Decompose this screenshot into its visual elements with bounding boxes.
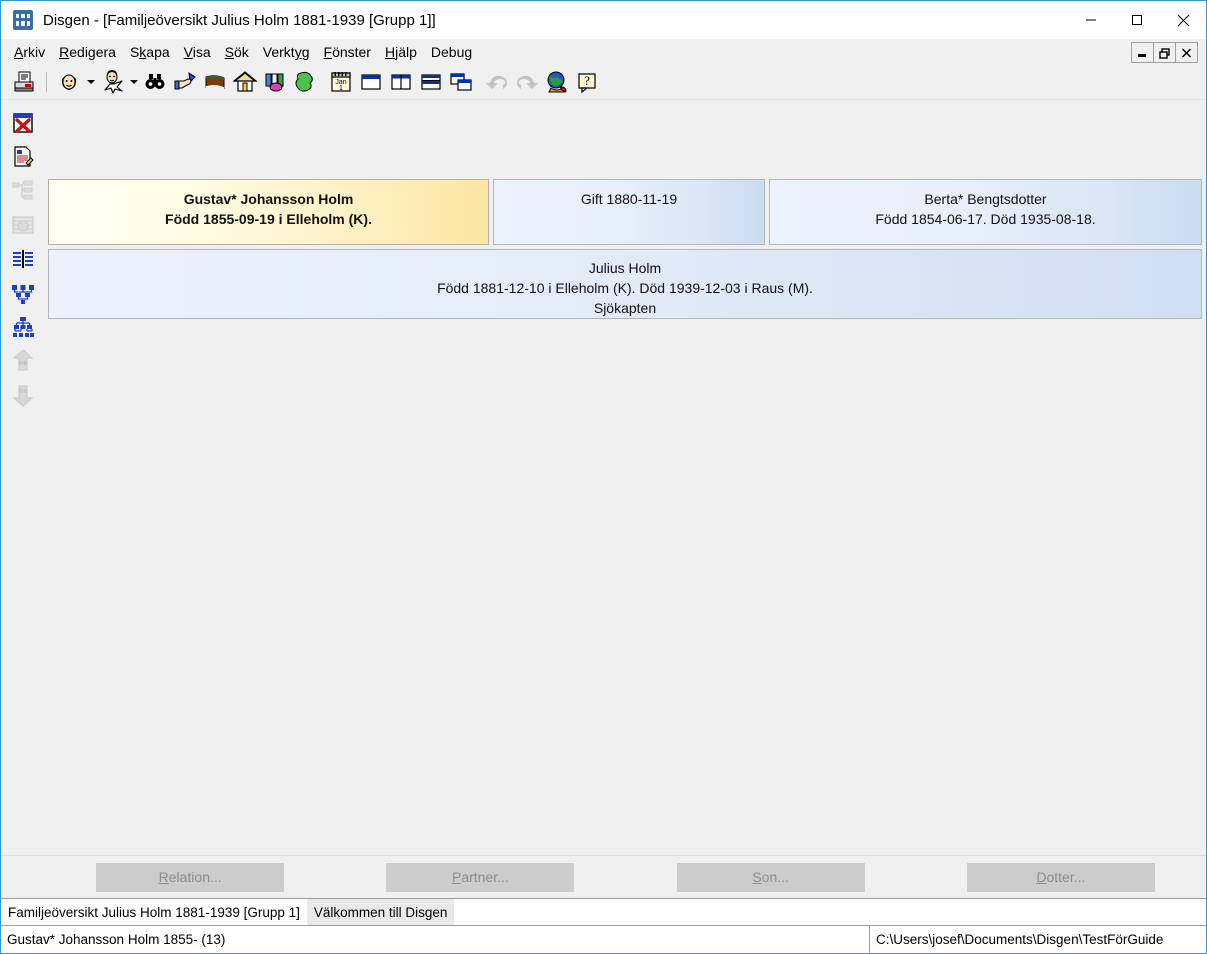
family-chart: Gustav* Johansson Holm Född 1855-09-19 i… xyxy=(48,179,1202,319)
father-details: Född 1855-09-19 i Elleholm (K). xyxy=(165,211,372,227)
descendants-down-icon xyxy=(8,378,38,412)
binoculars-icon[interactable] xyxy=(140,67,170,97)
card-father[interactable]: Gustav* Johansson Holm Född 1855-09-19 i… xyxy=(48,179,489,245)
card-marriage[interactable]: Gift 1880-11-19 xyxy=(493,179,765,245)
son-button[interactable]: Son... xyxy=(676,862,865,892)
edit-document-icon[interactable] xyxy=(8,140,38,174)
partner-button[interactable]: Partner... xyxy=(386,862,575,892)
person-icon[interactable] xyxy=(54,67,84,97)
pointing-hand-icon[interactable] xyxy=(170,67,200,97)
action-button-bar: Relation... Partner... Son... Dotter... xyxy=(1,855,1206,898)
svg-text:1: 1 xyxy=(339,85,343,92)
mdi-restore-icon[interactable] xyxy=(1153,42,1176,63)
parents-row: Gustav* Johansson Holm Född 1855-09-19 i… xyxy=(48,179,1202,245)
workspace-row: Gustav* Johansson Holm Född 1855-09-19 i… xyxy=(1,100,1206,855)
menu-item-visa[interactable]: Visa xyxy=(177,42,218,62)
application-window: Disgen - [Familjeöversikt Julius Holm 18… xyxy=(0,0,1207,954)
mother-details: Född 1854-06-17. Död 1935-08-18. xyxy=(875,211,1096,227)
menu-item-arkiv[interactable]: Arkiv xyxy=(7,42,52,62)
house-icon[interactable] xyxy=(230,67,260,97)
tab-valkommen[interactable]: Välkommen till Disgen xyxy=(306,899,455,925)
maximize-icon[interactable] xyxy=(1114,1,1160,39)
tree-outline-icon xyxy=(8,174,38,208)
books-shelf-icon[interactable] xyxy=(260,67,290,97)
menu-item-fonster[interactable]: Fönster xyxy=(317,42,378,62)
person-search-icon[interactable] xyxy=(97,67,127,97)
mdi-child-controls xyxy=(1131,42,1198,63)
mdi-close-icon[interactable] xyxy=(1175,42,1198,63)
window-cascade-icon[interactable] xyxy=(446,67,476,97)
dotter-button[interactable]: Dotter... xyxy=(966,862,1155,892)
main-toolbar: Jan 1 ? xyxy=(1,65,1206,100)
undo-icon xyxy=(482,67,512,97)
help-icon[interactable]: ? xyxy=(572,67,602,97)
child-occupation: Sjökapten xyxy=(593,300,657,316)
family-overview-icon[interactable] xyxy=(8,242,38,276)
menu-item-debug[interactable]: Debug xyxy=(424,42,479,62)
toolbar-separator xyxy=(46,72,47,92)
menu-item-verktyg[interactable]: Verktyg xyxy=(256,42,317,62)
status-selected-person: Gustav* Johansson Holm 1855- (13) xyxy=(1,926,870,953)
map-region-icon[interactable] xyxy=(290,67,320,97)
mother-name: Berta* Bengtsdotter xyxy=(924,191,1047,207)
view-sidebar xyxy=(1,100,45,855)
menu-item-sok[interactable]: Sök xyxy=(218,42,256,62)
ancestor-chart-icon[interactable] xyxy=(8,276,38,310)
mdi-tab-strip: Familjeöversikt Julius Holm 1881-1939 [G… xyxy=(1,898,1206,925)
close-icon[interactable] xyxy=(1160,1,1206,39)
card-mother[interactable]: Berta* Bengtsdotter Född 1854-06-17. Död… xyxy=(769,179,1202,245)
marriage-text: Gift 1880-11-19 xyxy=(580,191,678,207)
calendar-icon[interactable]: Jan 1 xyxy=(326,67,356,97)
father-name: Gustav* Johansson Holm xyxy=(183,191,354,207)
window-split-vertical-icon[interactable] xyxy=(386,67,416,97)
family-overview-canvas[interactable]: Gustav* Johansson Holm Född 1855-09-19 i… xyxy=(45,100,1206,855)
print-icon[interactable] xyxy=(9,67,39,97)
book-icon[interactable] xyxy=(200,67,230,97)
relation-button[interactable]: Relation... xyxy=(96,862,285,892)
person-dropdown-arrow[interactable] xyxy=(84,67,97,97)
menu-bar: Arkiv Redigera Skapa Visa Sök Verktyg Fö… xyxy=(1,39,1206,65)
mdi-minimize-icon[interactable] xyxy=(1131,42,1154,63)
menu-item-hjalp[interactable]: Hjälp xyxy=(378,42,424,62)
redo-icon xyxy=(512,67,542,97)
menu-item-redigera[interactable]: Redigera xyxy=(52,42,123,62)
svg-text:?: ? xyxy=(584,73,590,88)
status-database-path: C:\Users\josef\Documents\Disgen\TestFörG… xyxy=(876,932,1164,947)
window-split-horizontal-icon[interactable] xyxy=(416,67,446,97)
tab-familjeoversikt[interactable]: Familjeöversikt Julius Holm 1881-1939 [G… xyxy=(1,899,307,925)
disgen-logo-icon xyxy=(13,10,33,30)
menu-item-skapa[interactable]: Skapa xyxy=(123,42,177,62)
minimize-icon[interactable] xyxy=(1068,1,1114,39)
status-bar: Gustav* Johansson Holm 1855- (13) C:\Use… xyxy=(1,925,1206,953)
globe-icon[interactable] xyxy=(542,67,572,97)
close-view-icon[interactable] xyxy=(8,106,38,140)
children-row: Julius Holm Född 1881-12-10 i Elleholm (… xyxy=(48,249,1202,319)
window-single-icon[interactable] xyxy=(356,67,386,97)
window-controls xyxy=(1068,1,1206,39)
ancestors-up-icon xyxy=(8,344,38,378)
card-child[interactable]: Julius Holm Född 1881-12-10 i Elleholm (… xyxy=(48,249,1202,319)
child-details: Född 1881-12-10 i Elleholm (K). Död 1939… xyxy=(437,280,813,296)
descendant-chart-icon[interactable] xyxy=(8,310,38,344)
window-title: Disgen - [Familjeöversikt Julius Holm 18… xyxy=(43,11,436,29)
person-search-dropdown-arrow[interactable] xyxy=(127,67,140,97)
child-name: Julius Holm xyxy=(588,260,662,276)
table-view-icon xyxy=(8,208,38,242)
title-bar: Disgen - [Familjeöversikt Julius Holm 18… xyxy=(1,1,1206,39)
